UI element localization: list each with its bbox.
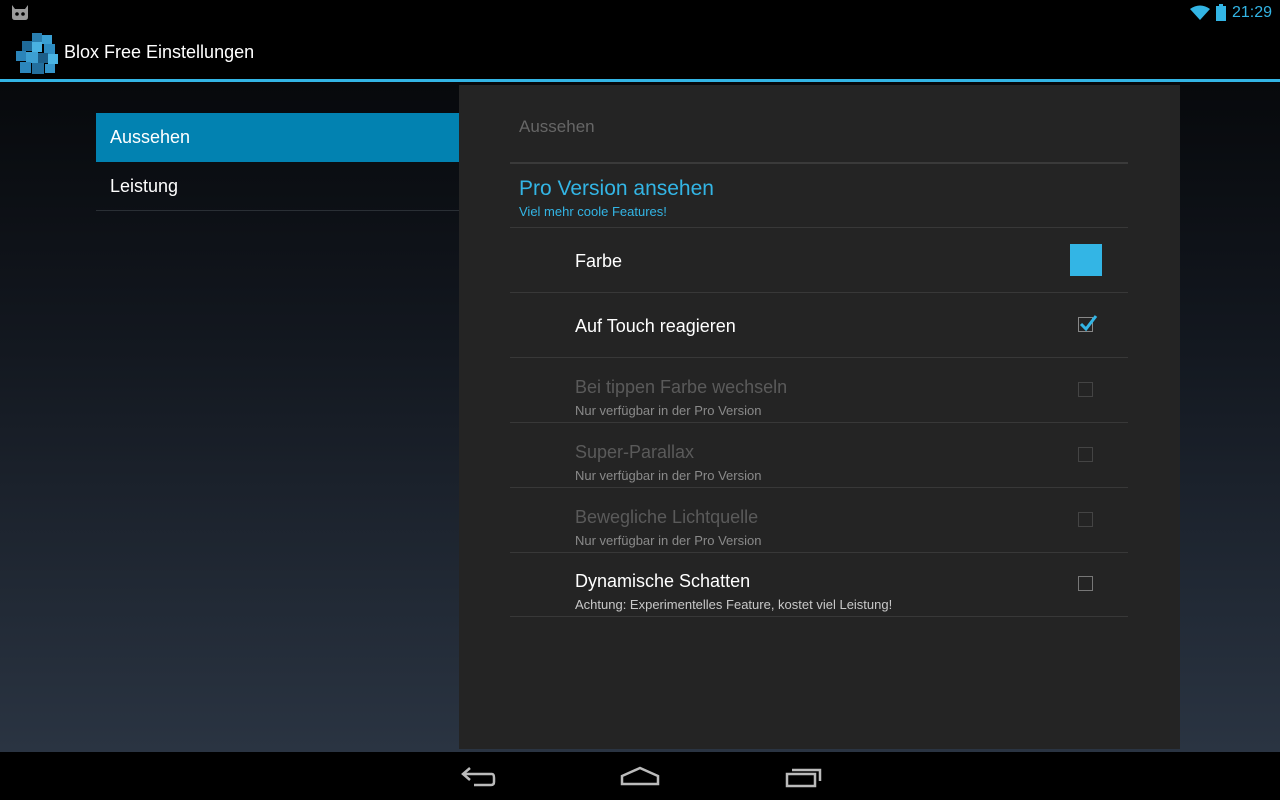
navigation-bar: [0, 752, 1280, 800]
settings-content: Aussehen Leistung Aussehen Pro Version a…: [0, 82, 1280, 752]
header-item-label: Aussehen: [110, 127, 191, 147]
pref-title: Farbe: [575, 251, 623, 271]
home-icon[interactable]: [620, 764, 660, 790]
pref-title: Bewegliche Lichtquelle: [575, 507, 759, 527]
pref-farbe[interactable]: Farbe: [510, 228, 1128, 293]
wifi-icon: [1190, 5, 1210, 20]
pref-bei-tippen-farbe-wechseln[interactable]: Bei tippen Farbe wechseln Nur verfügbar …: [510, 358, 1128, 423]
checkbox[interactable]: [1078, 512, 1093, 527]
status-bar: 21:29: [0, 0, 1280, 25]
pref-summary: Nur verfügbar in der Pro Version: [575, 533, 762, 548]
pref-super-parallax[interactable]: Super-Parallax Nur verfügbar in der Pro …: [510, 423, 1128, 488]
pref-dynamische-schatten[interactable]: Dynamische Schatten Achtung: Experimente…: [510, 552, 1128, 617]
action-bar: Blox Free Einstellungen: [0, 25, 1280, 79]
preferences-panel: Aussehen Pro Version ansehen Viel mehr c…: [459, 85, 1180, 749]
pref-summary: Nur verfügbar in der Pro Version: [575, 468, 762, 483]
checkmark-icon: [1079, 315, 1098, 332]
pref-bewegliche-lichtquelle[interactable]: Bewegliche Lichtquelle Nur verfügbar in …: [510, 488, 1128, 553]
app-title: Blox Free Einstellungen: [64, 42, 255, 62]
pro-version-item[interactable]: Pro Version ansehen Viel mehr coole Feat…: [510, 165, 1128, 228]
pref-title: Auf Touch reagieren: [575, 316, 736, 336]
back-icon[interactable]: [458, 764, 498, 790]
pro-version-summary: Viel mehr coole Features!: [519, 204, 667, 219]
pref-auf-touch-reagieren[interactable]: Auf Touch reagieren: [510, 293, 1128, 358]
category-title: Aussehen: [519, 117, 595, 136]
header-item-aussehen[interactable]: Aussehen: [96, 113, 459, 162]
pref-title: Dynamische Schatten: [575, 571, 751, 591]
cyanogenmod-icon: [12, 5, 28, 20]
blox-app-icon[interactable]: [14, 31, 60, 75]
checkbox[interactable]: [1078, 447, 1093, 462]
checkbox[interactable]: [1078, 576, 1093, 591]
pref-title: Bei tippen Farbe wechseln: [575, 377, 788, 397]
pref-summary: Achtung: Experimentelles Feature, kostet…: [575, 597, 893, 612]
header-item-label: Leistung: [110, 176, 179, 196]
battery-icon: [1216, 4, 1226, 21]
color-swatch[interactable]: [1070, 244, 1102, 276]
pref-summary: Nur verfügbar in der Pro Version: [575, 403, 762, 418]
status-clock: 21:29: [1232, 4, 1273, 21]
pro-version-title: Pro Version ansehen: [519, 177, 714, 200]
checkbox[interactable]: [1078, 382, 1093, 397]
category-divider: [510, 162, 1128, 164]
checkbox-checked[interactable]: [1078, 315, 1098, 332]
pref-title: Super-Parallax: [575, 442, 695, 462]
recents-icon[interactable]: [784, 764, 824, 790]
header-item-leistung[interactable]: Leistung: [96, 162, 459, 211]
header-list: Aussehen Leistung: [96, 113, 459, 211]
